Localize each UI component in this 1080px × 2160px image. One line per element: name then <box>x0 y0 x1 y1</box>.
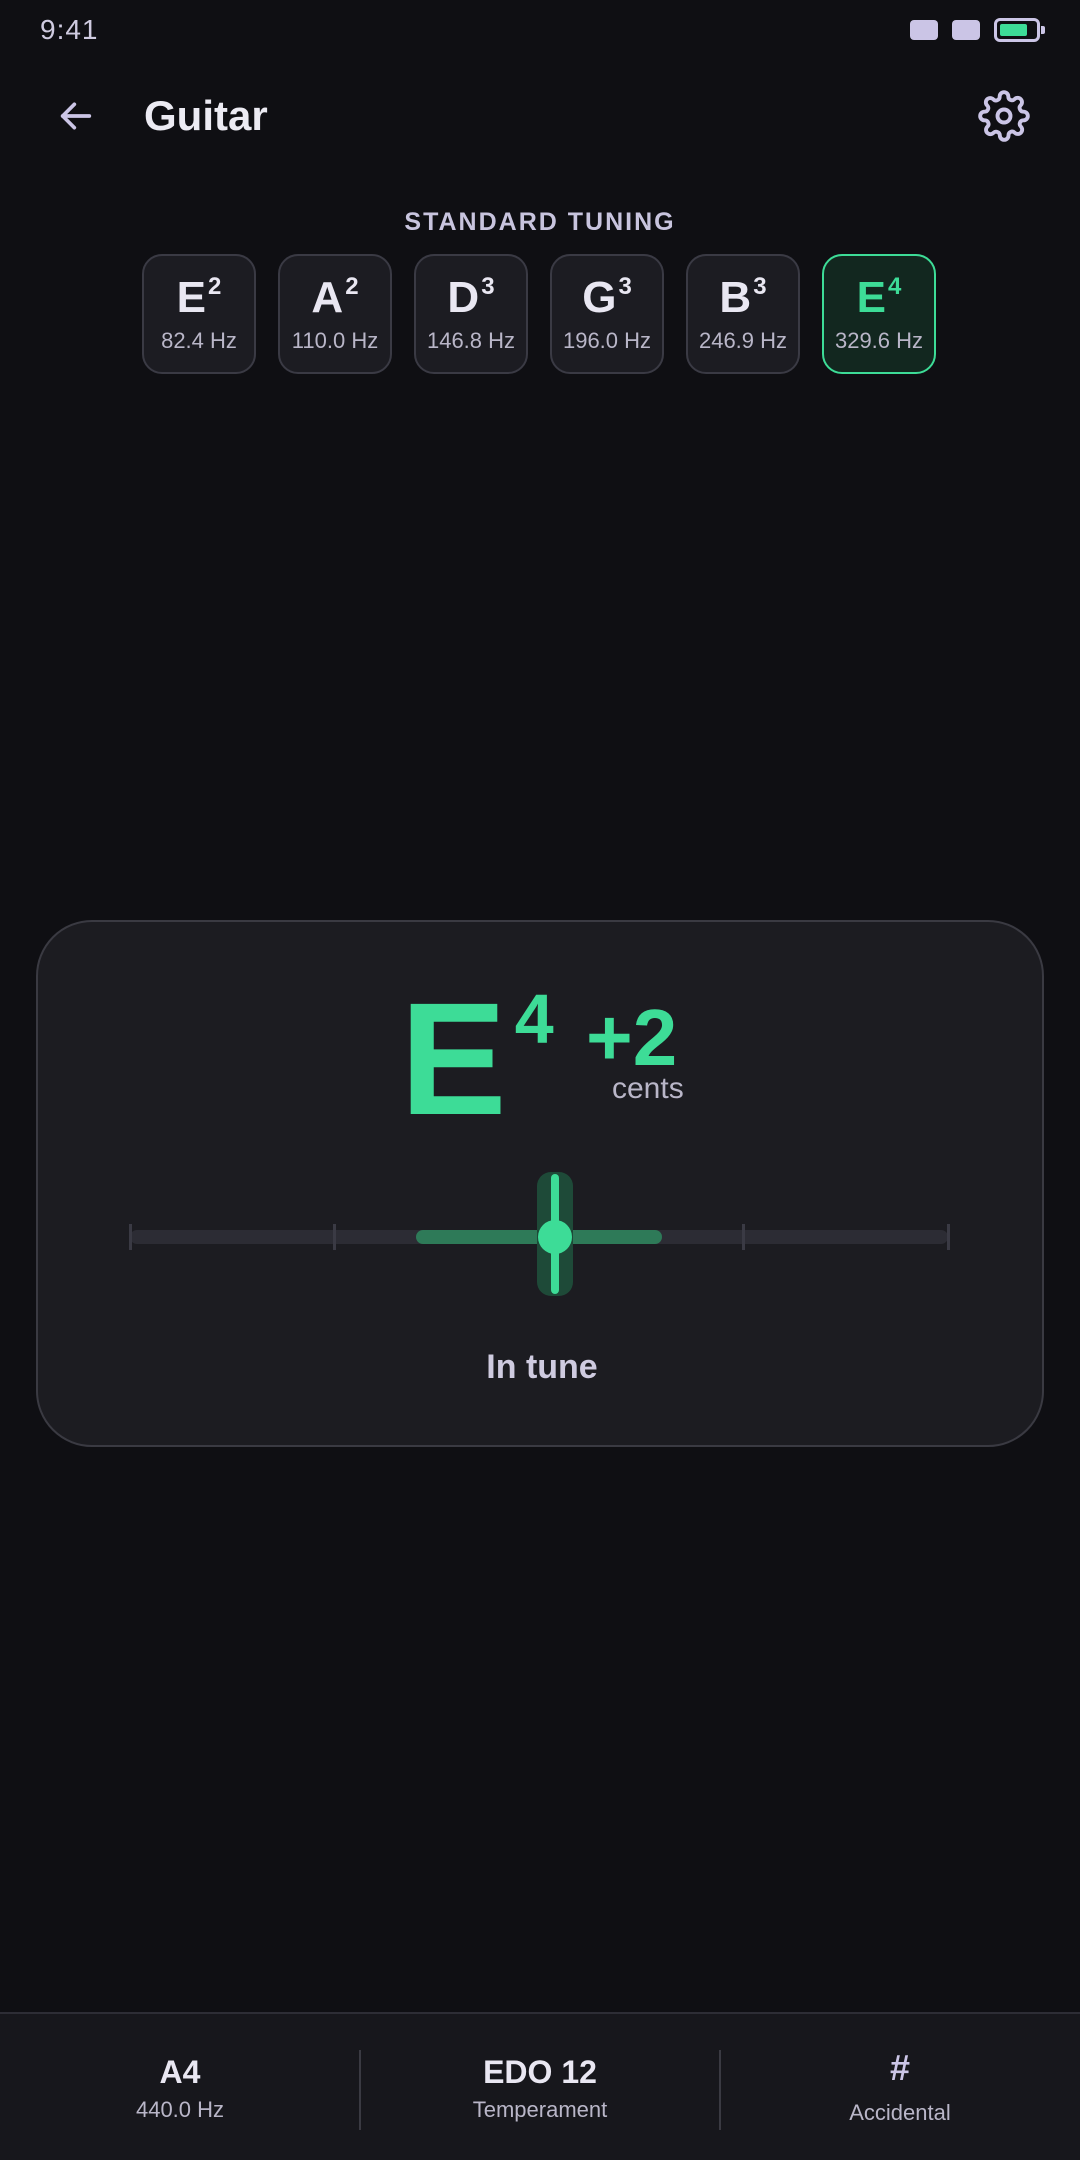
gear-icon <box>978 90 1030 142</box>
string-note-octave: 3 <box>753 273 767 300</box>
string-note: B 3 <box>719 274 766 322</box>
string-note-letter: D <box>447 273 480 322</box>
string-note-octave: 2 <box>208 273 222 300</box>
detected-note-letter: E <box>400 969 507 1148</box>
temperament-label: Temperament <box>472 2096 608 2122</box>
string-button-d3[interactable]: D 3 146.8 Hz <box>414 254 528 374</box>
meter-tick-right-end <box>946 1224 950 1250</box>
settings-button[interactable] <box>968 80 1040 152</box>
reference-frequency: 440.0 Hz <box>135 2096 225 2122</box>
back-button[interactable] <box>40 76 112 156</box>
sharp-icon: # <box>889 2047 911 2088</box>
string-note-octave: 4 <box>888 273 902 300</box>
string-button-e4[interactable]: E 4 329.6 Hz <box>822 254 936 374</box>
string-frequency: 196.0 Hz <box>562 328 652 353</box>
string-note: E 2 <box>177 274 222 322</box>
accidental-label: Accidental <box>849 2100 951 2125</box>
tuner-screen: 9:41 Guitar STANDARD TUNING E 2 82.4 Hz … <box>0 0 1080 2160</box>
string-frequency: 246.9 Hz <box>698 328 788 353</box>
string-note: E 4 <box>857 274 902 322</box>
string-button-g3[interactable]: G 3 196.0 Hz <box>550 254 664 374</box>
cents-deviation: +2 <box>586 993 678 1082</box>
wifi-icon <box>952 20 980 40</box>
arrow-left-icon <box>60 102 92 130</box>
detected-note: E 4 <box>400 969 554 1148</box>
meter-tick-left <box>333 1224 336 1250</box>
string-selector: E 2 82.4 Hz A 2 110.0 Hz D 3 146.8 Hz G … <box>142 254 936 374</box>
temperament-value: EDO 12 <box>483 2053 597 2090</box>
battery-icon <box>994 18 1045 42</box>
string-note-octave: 2 <box>345 273 359 300</box>
app-bar: Guitar <box>0 76 1080 156</box>
battery-level <box>1000 24 1027 36</box>
temperament-button[interactable]: EDO 12 Temperament <box>360 2014 720 2160</box>
string-frequency: 146.8 Hz <box>426 328 516 353</box>
string-frequency: 82.4 Hz <box>161 328 237 353</box>
string-note-octave: 3 <box>481 273 495 300</box>
string-button-e2[interactable]: E 2 82.4 Hz <box>142 254 256 374</box>
string-note: A 2 <box>311 274 358 322</box>
reference-note: A4 <box>159 2053 201 2090</box>
string-frequency: 329.6 Hz <box>834 328 924 353</box>
page-title: Guitar <box>144 92 268 139</box>
meter-tick-right <box>742 1224 745 1250</box>
detected-note-octave: 4 <box>514 980 554 1058</box>
meter-tick-left-end <box>128 1224 132 1250</box>
string-frequency: 110.0 Hz <box>291 328 379 353</box>
tuning-meter <box>128 1172 950 1302</box>
string-note-letter: E <box>856 273 886 322</box>
string-button-a2[interactable]: A 2 110.0 Hz <box>278 254 392 374</box>
accidental-button[interactable]: # Accidental <box>720 2014 1080 2160</box>
tuner-card: E 4 +2 cents In tune <box>36 920 1044 1447</box>
bottom-bar: A4 440.0 Hz EDO 12 Temperament # Acciden… <box>0 2012 1080 2160</box>
tuning-label: STANDARD TUNING <box>404 208 676 236</box>
string-note-octave: 3 <box>618 273 632 300</box>
status-icons <box>910 18 1045 42</box>
string-note: G 3 <box>582 274 632 322</box>
string-note-letter: E <box>176 273 206 322</box>
reference-pitch-button[interactable]: A4 440.0 Hz <box>0 2014 360 2160</box>
string-note-letter: B <box>719 273 752 322</box>
string-note: D 3 <box>447 274 494 322</box>
tune-status: In tune <box>486 1348 598 1386</box>
string-note-letter: A <box>311 273 344 322</box>
status-bar: 9:41 <box>0 0 1080 60</box>
cents-unit-label: cents <box>612 1072 684 1105</box>
string-button-b3[interactable]: B 3 246.9 Hz <box>686 254 800 374</box>
string-note-letter: G <box>582 273 617 322</box>
signal-icon <box>910 20 938 40</box>
status-time: 9:41 <box>40 14 99 45</box>
